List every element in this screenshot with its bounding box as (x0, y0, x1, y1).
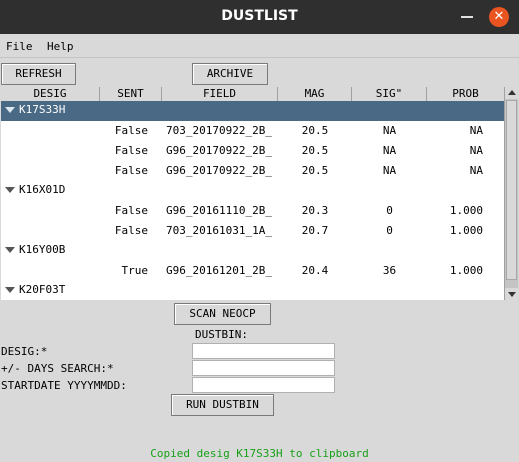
field-cell: 703_20161031_1A_ (166, 224, 272, 237)
field-cell: G96_20161110_2B_ (166, 204, 272, 217)
group-desig-text: K16Y00B (19, 243, 66, 256)
tree-detail-row[interactable]: True G96_20161201_2B_ 20.4 36 1.000 (1, 261, 504, 281)
status-message: Copied desig K17S33H to clipboard (150, 447, 369, 460)
mag-cell: 20.5 (301, 144, 329, 157)
group-desig-text: K16X01D (19, 183, 66, 196)
dustbin-heading: DUSTBIN: (195, 328, 248, 341)
prob-cell: NA (469, 164, 483, 177)
menu-file[interactable]: File (6, 40, 33, 53)
prob-cell: 1.000 (449, 204, 483, 217)
tree-group-row[interactable]: K17S33H (1, 101, 504, 121)
col-header-sent[interactable]: SENT (100, 87, 162, 101)
sent-cell: False (114, 144, 148, 157)
window-title: DUSTLIST (221, 8, 298, 24)
field-cell: 703_20170922_2B_ (166, 124, 272, 137)
sent-cell: False (114, 164, 148, 177)
dust-treeview[interactable]: DESIG SENT FIELD MAG SIG" PROB K17S33H Fa… (1, 87, 504, 300)
mag-cell: 20.5 (301, 124, 329, 137)
col-header-prob[interactable]: PROB (427, 87, 504, 101)
menu-bar: File Help (0, 36, 519, 58)
expand-toggle-icon[interactable] (5, 187, 15, 193)
sent-cell: False (114, 124, 148, 137)
scroll-up-icon[interactable] (505, 87, 518, 99)
tree-detail-row[interactable]: False G96_20161110_2B_ 20.3 0 1.000 (1, 201, 504, 221)
scan-neocp-button[interactable]: SCAN NEOCP (174, 303, 271, 325)
minimize-icon[interactable] (459, 8, 475, 24)
expand-toggle-icon[interactable] (5, 287, 15, 293)
mag-cell: 20.5 (301, 164, 329, 177)
run-dustbin-button[interactable]: RUN DUSTBIN (171, 394, 274, 416)
scroll-down-icon[interactable] (505, 288, 518, 300)
desig-input[interactable] (192, 343, 335, 359)
mag-cell: 20.4 (301, 264, 329, 277)
sent-cell: False (114, 224, 148, 237)
mag-cell: 20.3 (301, 204, 329, 217)
prob-cell: NA (469, 144, 483, 157)
field-cell: G96_20170922_2B_ (166, 144, 272, 157)
field-cell: G96_20170922_2B_ (166, 164, 272, 177)
col-header-desig[interactable]: DESIG (1, 87, 100, 101)
prob-cell: 1.000 (449, 224, 483, 237)
tree-detail-row[interactable]: False G96_20170922_2B_ 20.5 NA NA (1, 141, 504, 161)
startdate-input[interactable] (192, 377, 335, 393)
days-search-input[interactable] (192, 360, 335, 376)
tree-detail-row[interactable]: False 703_20161031_1A_ 20.7 0 1.000 (1, 221, 504, 241)
sent-cell: False (114, 204, 148, 217)
expand-toggle-icon[interactable] (5, 107, 15, 113)
group-desig-text: K20F03T (19, 283, 66, 296)
group-desig-text: K17S33H (19, 103, 66, 116)
group-desig-cell: K16X01D (5, 183, 65, 196)
prob-cell: NA (469, 124, 483, 137)
group-desig-cell: K20F03T (5, 283, 65, 296)
col-header-mag[interactable]: MAG (278, 87, 352, 101)
sig-cell: 0 (386, 224, 393, 237)
days-search-label: +/- DAYS SEARCH:* (1, 362, 114, 375)
desig-label: DESIG:* (1, 345, 48, 358)
group-desig-cell: K16Y00B (5, 243, 65, 256)
tree-group-row[interactable]: K16Y00B (1, 241, 504, 261)
field-cell: G96_20161201_2B_ (166, 264, 272, 277)
tree-header: DESIG SENT FIELD MAG SIG" PROB (1, 87, 504, 101)
sig-cell: NA (382, 124, 397, 137)
tree-detail-row[interactable]: False G96_20170922_2B_ 20.5 NA NA (1, 161, 504, 181)
prob-cell: 1.000 (449, 264, 483, 277)
refresh-button[interactable]: REFRESH (1, 63, 76, 85)
col-header-field[interactable]: FIELD (162, 87, 278, 101)
tree-scrollbar[interactable] (504, 87, 518, 300)
tree-group-row[interactable]: K16X01D (1, 181, 504, 201)
close-icon[interactable]: ✕ (489, 7, 509, 27)
scroll-thumb[interactable] (506, 100, 517, 280)
expand-toggle-icon[interactable] (5, 247, 15, 253)
mag-cell: 20.7 (301, 224, 329, 237)
menu-help[interactable]: Help (47, 40, 74, 53)
group-desig-cell: K17S33H (5, 103, 65, 116)
startdate-label: STARTDATE YYYYMMDD: (1, 379, 127, 392)
sig-cell: NA (382, 144, 397, 157)
sig-cell: 0 (386, 204, 393, 217)
archive-button[interactable]: ARCHIVE (192, 63, 268, 85)
title-bar: DUSTLIST ✕ (0, 0, 519, 34)
tree-detail-row[interactable]: False 703_20170922_2B_ 20.5 NA NA (1, 121, 504, 141)
sig-cell: 36 (382, 264, 397, 277)
sent-cell: True (121, 264, 149, 277)
sig-cell: NA (382, 164, 397, 177)
tree-group-row[interactable]: K20F03T (1, 281, 504, 300)
col-header-sig[interactable]: SIG" (352, 87, 427, 101)
